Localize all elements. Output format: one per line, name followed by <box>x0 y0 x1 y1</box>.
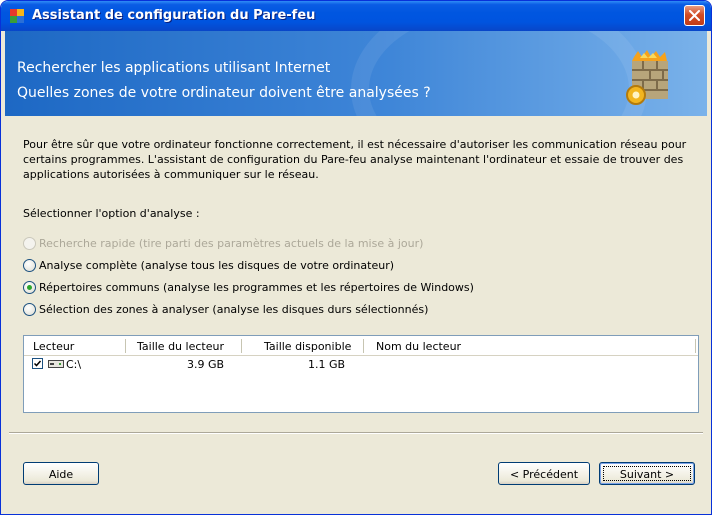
column-header-size[interactable]: Taille du lecteur <box>137 340 224 353</box>
column-header-available[interactable]: Taille disponible <box>264 340 351 353</box>
drive-list-header: Lecteur Taille du lecteur Taille disponi… <box>24 336 698 356</box>
header-title: Rechercher les applications utilisant In… <box>17 60 331 76</box>
radio-selected-areas-button[interactable] <box>23 302 36 316</box>
radio-selected-areas-label[interactable]: Sélection des zones à analyser (analyse … <box>39 303 428 316</box>
radio-full-scan[interactable]: Analyse complète (analyse tous les disqu… <box>23 256 394 274</box>
help-button[interactable]: Aide <box>23 462 99 485</box>
close-button[interactable] <box>684 5 705 26</box>
drive-size: 3.9 GB <box>187 358 225 371</box>
focus-ring <box>603 466 691 481</box>
firewall-wizard-window: Assistant de configuration du Pare-feu R… <box>0 0 712 515</box>
scan-option-label: Sélectionner l'option d'analyse : <box>23 207 200 220</box>
hard-drive-icon <box>48 360 64 368</box>
radio-selected-areas[interactable]: Sélection des zones à analyser (analyse … <box>23 300 428 318</box>
table-row[interactable]: C:\ 3.9 GB 1.1 GB <box>24 356 698 373</box>
drive-checkbox[interactable] <box>32 358 43 369</box>
checkmark-icon <box>33 360 42 367</box>
header-decoration <box>351 31 647 116</box>
previous-button[interactable]: < Précédent <box>498 462 590 485</box>
radio-quick-scan-label: Recherche rapide (tire parti des paramèt… <box>39 236 424 250</box>
title-bar[interactable]: Assistant de configuration du Pare-feu <box>1 1 711 31</box>
column-header-name[interactable]: Nom du lecteur <box>376 340 461 353</box>
header-subtitle: Quelles zones de votre ordinateur doiven… <box>17 85 431 101</box>
column-separator[interactable] <box>241 339 242 353</box>
drive-available: 1.1 GB <box>308 358 346 371</box>
drive-letter: C:\ <box>66 358 82 371</box>
column-separator[interactable] <box>125 339 126 353</box>
divider <box>9 432 703 434</box>
radio-common-folders[interactable]: Répertoires communs (analyse les program… <box>23 278 474 296</box>
close-icon <box>689 10 700 21</box>
column-separator[interactable] <box>363 339 364 353</box>
radio-common-folders-label[interactable]: Répertoires communs (analyse les program… <box>39 281 474 294</box>
radio-common-folders-button[interactable] <box>23 280 36 294</box>
column-header-drive[interactable]: Lecteur <box>33 340 74 353</box>
window-title: Assistant de configuration du Pare-feu <box>32 8 316 23</box>
avg-logo-icon <box>10 9 24 23</box>
firewall-icon <box>626 50 668 105</box>
radio-full-scan-label[interactable]: Analyse complète (analyse tous les disqu… <box>39 259 394 272</box>
wizard-header: Rechercher les applications utilisant In… <box>5 31 707 116</box>
radio-full-scan-button[interactable] <box>23 258 36 272</box>
drive-list[interactable]: Lecteur Taille du lecteur Taille disponi… <box>23 335 699 413</box>
radio-quick-scan: Recherche rapide (tire parti des paramèt… <box>23 234 423 252</box>
radio-quick-scan-button <box>23 236 36 250</box>
column-separator[interactable] <box>695 339 696 353</box>
intro-text: Pour être sûr que votre ordinateur fonct… <box>23 138 687 181</box>
next-button[interactable]: Suivant > <box>599 462 695 485</box>
